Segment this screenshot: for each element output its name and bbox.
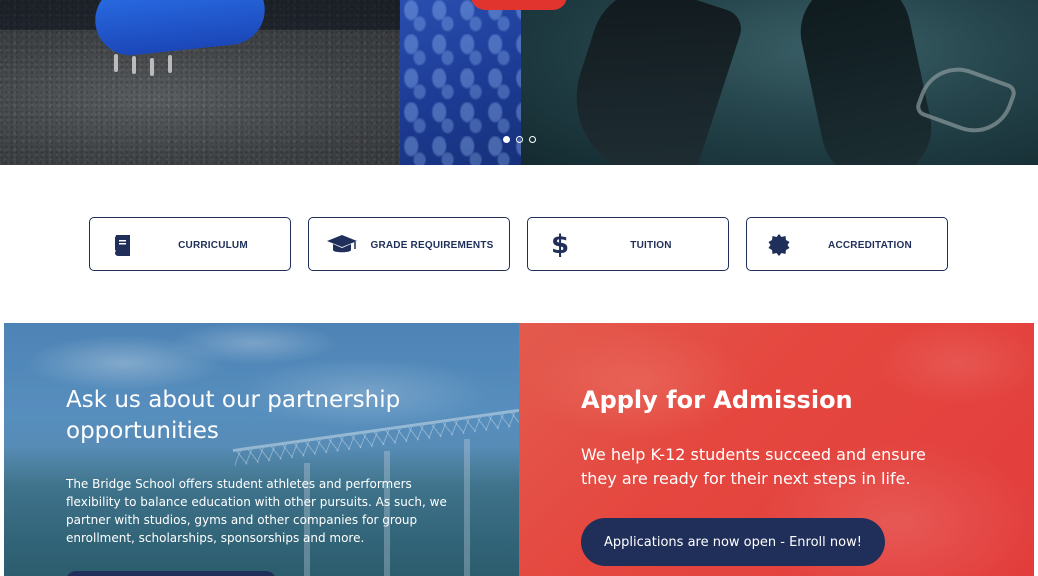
curriculum-label: CURRICULUM (178, 239, 248, 251)
grade-requirements-label: GRADE REQUIREMENTS (370, 239, 494, 251)
hero-image-track (0, 0, 521, 165)
hero-image-dancer (521, 0, 1038, 165)
enroll-now-button[interactable]: Applications are now open - Enroll now! (581, 518, 885, 566)
shoe-spikes-graphic (110, 52, 190, 82)
tuition-card[interactable]: $ TUITION (527, 217, 729, 271)
graduation-cap-icon (325, 232, 359, 258)
dancer-leg-graphic (791, 0, 941, 165)
badge-icon (765, 232, 793, 258)
partnership-panel: Ask us about our partnership opportuniti… (4, 323, 519, 576)
slider-dot-2[interactable] (516, 136, 523, 143)
book-icon (108, 232, 136, 258)
slider-dots (503, 136, 536, 143)
admission-description: We help K-12 students succeed and ensure… (581, 445, 926, 488)
admission-panel: Apply for Admission We help K-12 student… (519, 323, 1034, 576)
slider-dot-3[interactable] (529, 136, 536, 143)
slider-dot-1[interactable] (503, 136, 510, 143)
accreditation-card[interactable]: ACCREDITATION (746, 217, 948, 271)
hero-slider (0, 0, 1038, 165)
grade-requirements-card[interactable]: GRADE REQUIREMENTS (308, 217, 510, 271)
admission-title: Apply for Admission (581, 386, 853, 414)
feature-links: CURRICULUM GRADE REQUIREMENTS $ TUITION … (89, 217, 949, 271)
dollar-icon: $ (550, 230, 570, 260)
partnership-contact-button[interactable] (66, 571, 276, 576)
hero-cta-button[interactable] (471, 0, 567, 10)
curriculum-card[interactable]: CURRICULUM (89, 217, 291, 271)
dance-shoe-graphic (555, 0, 747, 165)
partnership-description: The Bridge School offers student athlete… (66, 477, 447, 545)
tuition-label: TUITION (630, 239, 672, 251)
accreditation-label: ACCREDITATION (828, 239, 912, 251)
partnership-title: Ask us about our partnership opportuniti… (66, 387, 401, 444)
